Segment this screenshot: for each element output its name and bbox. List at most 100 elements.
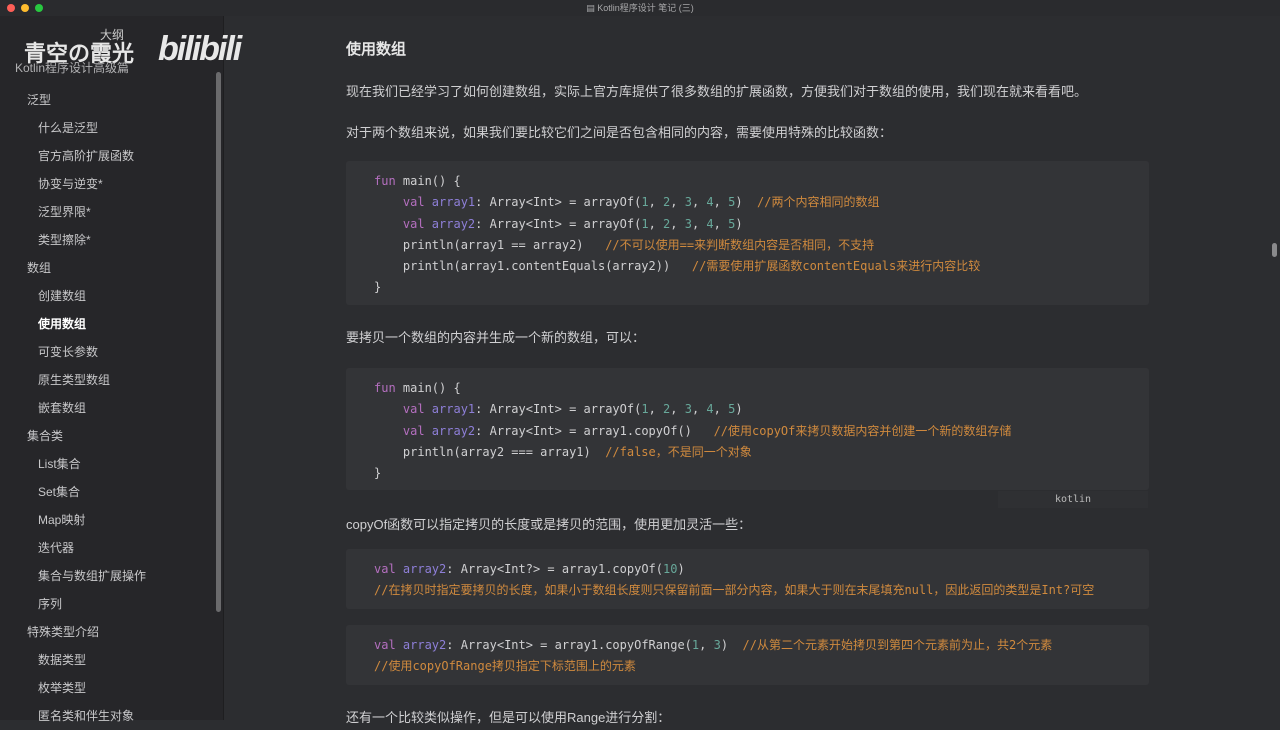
close-button[interactable] xyxy=(7,4,15,12)
outline-item[interactable]: 什么是泛型 xyxy=(0,114,215,142)
code-token: val xyxy=(374,423,432,438)
outline-item[interactable]: 迭代器 xyxy=(0,534,215,562)
code-block[interactable]: val array2: Array<Int?> = array1.copyOf(… xyxy=(346,549,1149,609)
code-line: fun main() { xyxy=(374,378,1121,399)
code-line: println(array1.contentEquals(array2)) //… xyxy=(374,256,1121,277)
paragraph: 现在我们已经学习了如何创建数组，实际上官方库提供了很多数组的扩展函数，方便我们对… xyxy=(346,84,1088,99)
outline-item[interactable]: 匿名类和伴生对象 xyxy=(0,702,215,730)
code-token: , xyxy=(713,216,729,231)
zoom-button[interactable] xyxy=(35,4,43,12)
code-token: fun xyxy=(374,174,403,188)
code-block[interactable]: fun main() { val array1: Array<Int> = ar… xyxy=(346,161,1149,305)
code-token: , xyxy=(670,402,685,417)
sidebar-scrollbar[interactable] xyxy=(216,72,221,612)
outline-item[interactable]: 特殊类型介绍 xyxy=(0,618,215,646)
code-token: array1 xyxy=(431,402,476,417)
code-token: , xyxy=(670,195,685,210)
code-token: : Array<Int> = array1.copyOfRange( xyxy=(446,638,692,652)
code-line: val array1: Array<Int> = arrayOf(1, 2, 3… xyxy=(374,192,1121,213)
outline-item[interactable]: 嵌套数组 xyxy=(0,394,215,422)
outline-item[interactable]: 可变长参数 xyxy=(0,338,215,366)
outline-item[interactable]: 枚举类型 xyxy=(0,674,215,702)
code-token: main() { xyxy=(402,174,461,188)
outline-sidebar: 青空の霞光 大纲 bilibili Kotlin程序设计高级篇 泛型 什么是泛型官… xyxy=(0,16,242,723)
code-token: println(array2 === array1) xyxy=(374,444,606,459)
code-token: } xyxy=(374,466,382,481)
code-token: //使用copyOfRange拷贝指定下标范围上的元素 xyxy=(374,659,636,674)
code-line: fun main() { xyxy=(374,171,1121,192)
outline-item[interactable]: 原生类型数组 xyxy=(0,366,215,394)
code-token: //在拷贝时指定要拷贝的长度，如果小于数组长度则只保留前面一部分内容，如果大于则… xyxy=(374,583,1095,598)
outline-item[interactable]: Set集合 xyxy=(0,478,215,506)
code-token: val xyxy=(374,562,403,576)
section-heading: 使用数组 xyxy=(346,41,407,58)
paragraph: 对于两个数组来说，如果我们要比较它们之间是否包含相同的内容，需要使用特殊的比较函… xyxy=(346,125,893,140)
bilibili-logo: bilibili xyxy=(158,30,242,68)
code-token: //从第二个元素开始拷贝到第四个元素前为止，共2个元素 xyxy=(742,638,1053,652)
outline-item[interactable]: 协变与逆变* xyxy=(0,170,215,198)
outline-title[interactable]: Kotlin程序设计高级篇 xyxy=(15,59,129,76)
code-token: //false，不是同一个对象 xyxy=(605,444,752,459)
code-token: , xyxy=(713,195,729,210)
code-language-label[interactable]: kotlin xyxy=(998,491,1148,508)
code-token: val xyxy=(374,638,403,652)
outline-item[interactable]: 使用数组 xyxy=(0,310,215,338)
code-token: 3 xyxy=(684,195,692,210)
code-block[interactable]: val array2: Array<Int> = array1.copyOfRa… xyxy=(346,625,1149,685)
code-token: : Array<Int> = arrayOf( xyxy=(475,195,642,210)
code-token: //不可以使用==来判断数组内容是否相同，不支持 xyxy=(605,237,875,252)
outline-item[interactable]: 泛型 xyxy=(0,86,215,114)
code-line: val array2: Array<Int> = arrayOf(1, 2, 3… xyxy=(374,214,1121,235)
code-token: , xyxy=(699,638,714,652)
outline-item[interactable]: 集合与数组扩展操作 xyxy=(0,562,215,590)
outline-item[interactable]: 类型擦除* xyxy=(0,226,215,254)
code-token: 1 xyxy=(641,402,649,417)
code-token: 4 xyxy=(706,216,714,231)
paragraph: copyOf函数可以指定拷贝的长度或是拷贝的范围，使用更加灵活一些： xyxy=(346,517,752,532)
main-scrollbar[interactable] xyxy=(1272,243,1277,257)
paragraph: 还有一个比较类似操作，但是可以使用Range进行分割： xyxy=(346,710,671,725)
code-token: } xyxy=(374,280,382,295)
outline-item[interactable]: 创建数组 xyxy=(0,282,215,310)
code-token: array1 xyxy=(431,195,476,210)
code-line: //在拷贝时指定要拷贝的长度，如果小于数组长度则只保留前面一部分内容，如果大于则… xyxy=(374,580,1121,601)
code-token: 4 xyxy=(706,195,714,210)
code-token: 3 xyxy=(684,216,692,231)
code-token: , xyxy=(648,195,664,210)
code-token: fun xyxy=(374,381,403,395)
code-line: val array2: Array<Int> = array1.copyOfRa… xyxy=(374,635,1121,656)
outline-item[interactable]: 数据类型 xyxy=(0,646,215,674)
code-token: val xyxy=(374,195,432,210)
outline-list: 泛型 什么是泛型 官方高阶扩展函数 协变与逆变* 泛型界限* 类型擦除* 数组 创建数组 使用数… xyxy=(0,86,215,730)
code-token: : Array<Int> = arrayOf( xyxy=(475,216,642,231)
outline-item[interactable]: 序列 xyxy=(0,590,215,618)
outline-item[interactable]: 集合类 xyxy=(0,422,215,450)
code-token: //两个内容相同的数组 xyxy=(757,195,880,210)
code-token: ) xyxy=(677,562,685,576)
code-token: val xyxy=(374,216,432,231)
file-icon: ▤ xyxy=(586,3,598,13)
code-token: : Array<Int?> = array1.copyOf( xyxy=(446,562,664,576)
code-token: ) xyxy=(735,216,743,231)
outline-item[interactable]: List集合 xyxy=(0,450,215,478)
minimize-button[interactable] xyxy=(21,4,29,12)
code-line: //使用copyOfRange拷贝指定下标范围上的元素 xyxy=(374,656,1121,677)
code-token: 4 xyxy=(706,402,714,417)
code-line: println(array2 === array1) //false，不是同一个… xyxy=(374,442,1121,463)
code-token: array2 xyxy=(402,562,447,576)
code-block[interactable]: fun main() { val array1: Array<Int> = ar… xyxy=(346,368,1149,490)
code-token: val xyxy=(374,402,432,417)
outline-item[interactable]: Map映射 xyxy=(0,506,215,534)
code-line: } xyxy=(374,463,1121,484)
code-line: } xyxy=(374,277,1121,298)
code-token: , xyxy=(691,402,707,417)
code-token: array2 xyxy=(402,638,447,652)
outline-label: 大纲 xyxy=(100,28,125,42)
outline-item[interactable]: 泛型界限* xyxy=(0,198,215,226)
code-token: , xyxy=(670,216,685,231)
outline-item[interactable]: 数组 xyxy=(0,254,215,282)
code-token: array2 xyxy=(431,216,476,231)
code-token: 3 xyxy=(713,638,721,652)
outline-item[interactable]: 官方高阶扩展函数 xyxy=(0,142,215,170)
code-token: ) xyxy=(735,402,743,417)
